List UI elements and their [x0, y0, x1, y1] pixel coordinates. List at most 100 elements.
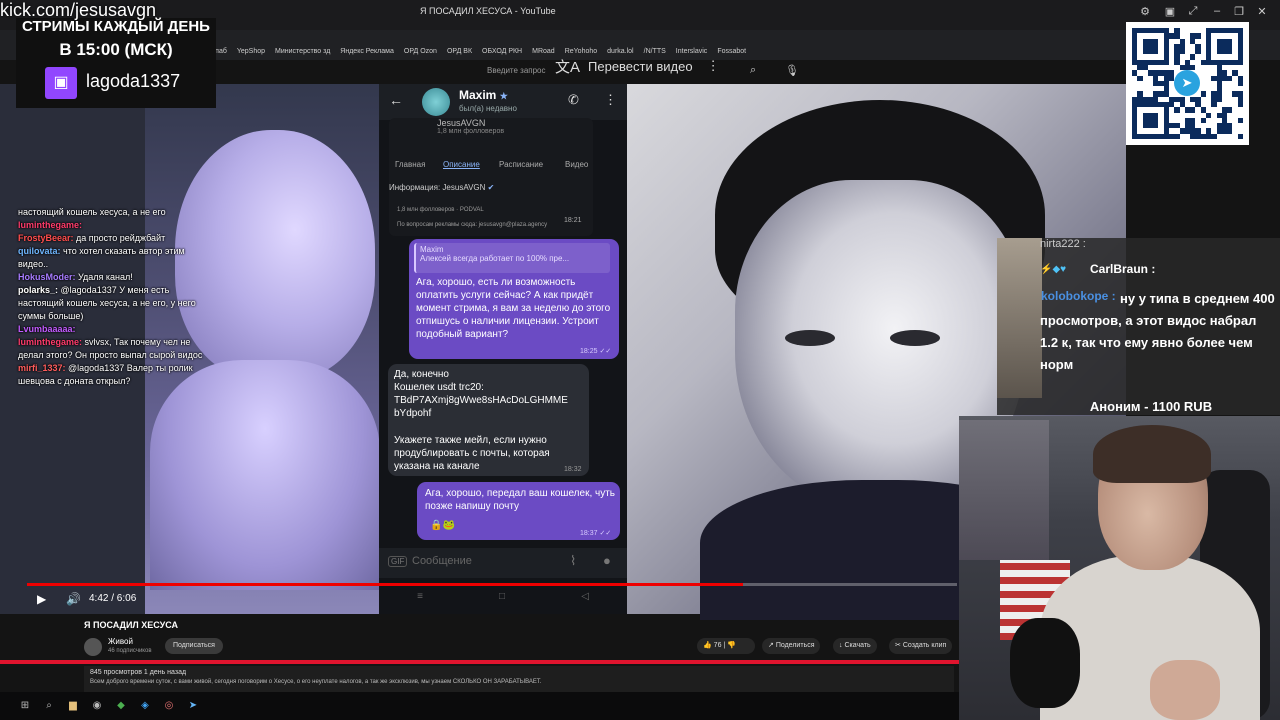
twitch-icon: ▣: [45, 67, 77, 99]
search-icon[interactable]: ⌕: [42, 699, 56, 713]
chat-message: polarks_: @lagoda1337 У меня есть настоя…: [18, 284, 208, 323]
folder-icon[interactable]: ▆: [66, 699, 80, 713]
donation-amount: Аноним - 1100 RUB: [1089, 399, 1213, 414]
download-button[interactable]: ↓ Скачать: [833, 638, 877, 654]
chrome-icon[interactable]: ◎: [162, 699, 176, 713]
chat-message: luminthegame:: [18, 219, 208, 232]
microphone: [1010, 618, 1080, 708]
twitch-username: lagoda1337: [86, 71, 181, 91]
statue-body-image: [150, 360, 380, 590]
subscriber-count: 46 подписчиков: [108, 648, 152, 654]
chat-message: HokusModer: Удаля канал!: [18, 271, 208, 284]
channel-avatar[interactable]: [84, 638, 102, 656]
chat-username: quilovata:: [18, 246, 61, 256]
share-icon: ↗: [768, 642, 774, 649]
video-time: 4:42 / 6:06: [89, 593, 137, 604]
card-followers: 1,8 млн фолловеров: [437, 128, 505, 135]
bookmark-item[interactable]: ОБХОД РКН: [482, 48, 522, 55]
message-text: Да, конечно: [394, 369, 449, 380]
close-icon[interactable]: ✕: [1252, 5, 1272, 18]
more-vertical-icon[interactable]: ⋮: [707, 58, 720, 74]
schedule-line-2: В 15:00 (МСК): [59, 40, 173, 59]
phone-nav-bar: ≡ □ ◁: [379, 585, 627, 607]
chat-text: настоящий кошель хесуса, а не его: [18, 207, 166, 217]
bookmark-item[interactable]: ОРД Ozon: [404, 48, 437, 55]
chat-text: да просто рейджбайт: [73, 233, 166, 243]
accent-divider: [0, 660, 960, 664]
schedule-line-1: СТРИМЫ КАЖДЫЙ ДЕНЬ: [22, 18, 210, 35]
views-and-date: 845 просмотров 1 день назад: [90, 669, 187, 676]
message-text: Укажете также мейл, если нужно продублир…: [394, 435, 550, 472]
translate-video-button[interactable]: 文A Перевести видео ⋮: [555, 52, 735, 80]
portrait-eye-left: [785, 330, 835, 346]
chat-message: настоящий кошель хесуса, а не его: [18, 206, 208, 219]
phone-call-icon: ✆: [568, 92, 579, 107]
wallet-address: TBdP7AXmj8gWwe8sHAcDoLGHMME: [394, 395, 568, 406]
message-input: Сообщение: [412, 555, 472, 567]
bookmark-item[interactable]: Министерство зд: [275, 48, 330, 55]
card-meta: 1,8 млн фолловеров · PODVAL: [397, 207, 484, 213]
card-tab-description: Описание: [443, 160, 480, 169]
extensions-icon[interactable]: ⚙: [1135, 5, 1155, 18]
window-title: Я ПОСАДИЛ ХЕСУСА - YouTube: [420, 6, 556, 16]
subscribe-button[interactable]: Подписаться: [165, 638, 223, 654]
wallet-address-end: bYdpohf: [394, 408, 432, 419]
youtube-search-input[interactable]: Введите запрос: [487, 66, 546, 75]
video-progress-fill: [27, 583, 744, 586]
card-timestamp: 18:21: [564, 217, 582, 224]
windows-start-icon[interactable]: ⊞: [18, 699, 32, 713]
clip-button[interactable]: ✂ Создать клип: [889, 638, 953, 654]
chat-text: Удаля канал!: [75, 272, 133, 282]
bookmark-item[interactable]: Яндекс Реклама: [340, 48, 394, 55]
card-info: Информация: JesusAVGN ✔: [389, 183, 495, 192]
chat-username: HokusModer:: [18, 272, 76, 282]
app-icon[interactable]: ◉: [90, 699, 104, 713]
scissors-icon: ✂: [895, 642, 901, 649]
message-text: Ага, хорошо, есть ли возможность оплатит…: [416, 277, 611, 340]
telegram-icon[interactable]: ➤: [186, 699, 200, 713]
like-button[interactable]: 👍 76 | 👎: [697, 638, 755, 654]
app-icon[interactable]: ◆: [114, 699, 128, 713]
bookmark-item[interactable]: MRoad: [532, 48, 555, 55]
volume-icon[interactable]: 🔊: [66, 592, 81, 606]
share-button[interactable]: ↗ Поделиться: [762, 638, 821, 654]
reply-quote-name: Maxim: [420, 245, 444, 254]
card-tab-videos: Видео: [565, 160, 589, 169]
star-icon: ★: [499, 91, 508, 101]
back-triangle-icon: ◁: [581, 590, 589, 602]
chat-message: luminthegame: svlvsx, Так почему чел не …: [18, 336, 208, 362]
channel-name[interactable]: Живой: [108, 637, 133, 646]
bookmark-item[interactable]: YepShop: [237, 48, 265, 55]
app-icon[interactable]: ◈: [138, 699, 152, 713]
chat-message: FrostyBeear: да просто рейджбайт: [18, 232, 208, 245]
expand-icon[interactable]: ⤢: [1183, 5, 1203, 18]
translate-icon: 文A: [555, 58, 581, 76]
chat-username: FrostyBeear:: [18, 233, 74, 243]
card-channel-name: JesusAVGN: [437, 118, 486, 128]
voice-search-icon[interactable]: 🎙: [785, 64, 799, 77]
telegram-icon: ➤: [1174, 70, 1200, 96]
read-check-icon: ✓✓: [599, 530, 612, 537]
shared-channel-card: [389, 118, 593, 236]
gif-icon: GIF: [388, 556, 408, 567]
streamer-hand: [1150, 660, 1220, 720]
restore-icon[interactable]: ❐: [1229, 5, 1249, 18]
attach-icon: ⌇: [570, 553, 577, 568]
play-icon[interactable]: ▶: [37, 592, 46, 606]
contact-name: Maxim ★: [459, 88, 508, 102]
contact-status: был(а) недавно: [459, 104, 517, 113]
menu-icon: ≡: [417, 590, 423, 602]
donation-image: [997, 238, 1042, 398]
message-time: 18:32: [564, 466, 582, 473]
donation-carl-user: CarlBraun :: [1090, 262, 1156, 276]
search-icon[interactable]: ⌕: [750, 64, 756, 77]
minimize-icon[interactable]: –: [1207, 5, 1227, 17]
chat-message: Lvumbaaaaa:: [18, 323, 208, 336]
card-tab-schedule: Расписание: [499, 160, 544, 169]
bookmark-item[interactable]: ОРД ВК: [447, 48, 472, 55]
message-time: 18:37 ✓✓: [580, 530, 612, 537]
message-text: Кошелек usdt trc20:: [394, 382, 484, 393]
emoji-stickers-icon: 🔒🐸: [430, 520, 455, 531]
donation-prev-user: nirta222 :: [1040, 238, 1086, 250]
screen-icon[interactable]: ▣: [1160, 5, 1180, 18]
